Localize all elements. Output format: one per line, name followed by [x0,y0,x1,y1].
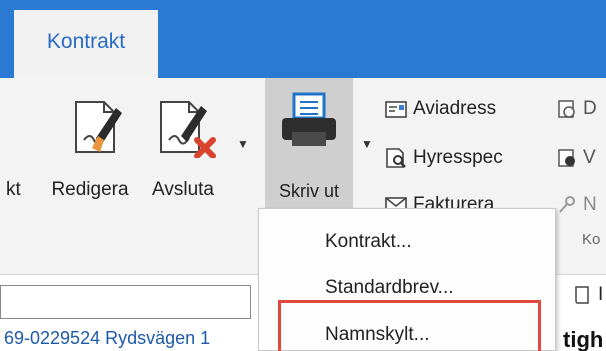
aviadress-button[interactable]: Aviadress [385,98,496,120]
aviadress-label: Aviadress [413,98,497,119]
avsluta-button[interactable]: Avsluta [137,78,229,243]
cut-right-button-3[interactable]: N [557,194,597,216]
chevron-down-icon[interactable]: ▼ [237,137,249,151]
hyresspec-icon [386,148,406,168]
avsluta-label: Avsluta [152,179,214,200]
hyresspec-label: Hyresspec [413,147,503,168]
menu-item-standardbrev[interactable]: Standardbrev... [325,277,454,299]
scroll-icon [575,286,589,304]
toolbar-cut-button[interactable]: I [574,284,603,306]
document-edit-icon [75,101,122,153]
key-icon [559,196,575,213]
cut-right-button-2[interactable]: V [557,147,596,169]
cut-button-label: kt [6,179,21,200]
skriv-ut-label: Skriv ut [278,181,339,201]
document-gauge-icon [558,100,575,118]
cut-right-label-3: N [583,194,597,215]
document-info-icon [558,149,575,167]
redigera-label: Redigera [51,179,129,200]
highlight-box [278,300,541,351]
cut-right-label-2: V [583,147,596,168]
cut-button[interactable]: kt [0,78,28,243]
row-link[interactable]: 69-0229524 Rydsvägen 1 [4,328,210,349]
toolbar-cut-label: I [598,284,604,305]
tab-kontrakt[interactable]: Kontrakt [14,10,158,78]
hyresspec-button[interactable]: Hyresspec [385,147,503,169]
tab-kontrakt-label: Kontrakt [46,30,126,53]
document-close-icon [160,101,216,158]
group-label-cut: Ko [582,231,601,248]
chevron-down-icon[interactable]: ▼ [361,137,373,151]
ribbon-titlebar: Kontrakt [0,0,606,78]
bold-heading: tigh [563,327,604,351]
menu-item-kontrakt[interactable]: Kontrakt... [325,231,412,253]
printer-icon [282,92,336,146]
aviadress-icon [385,101,407,118]
cut-right-label-1: D [583,98,597,119]
cut-right-button-1[interactable]: D [557,98,597,120]
search-input[interactable] [0,285,251,319]
redigera-button[interactable]: Redigera [44,78,136,243]
